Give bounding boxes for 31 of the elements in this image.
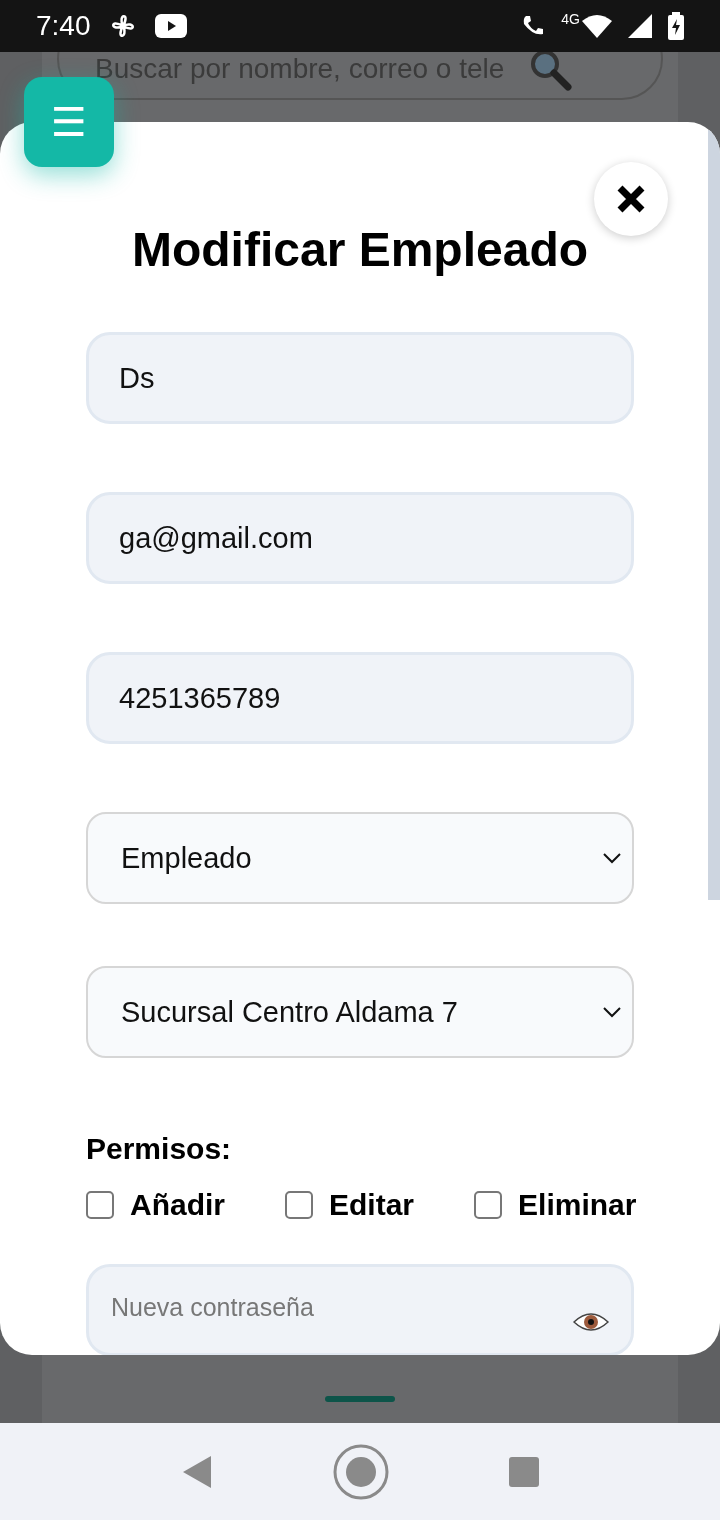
back-icon[interactable] — [181, 1454, 213, 1489]
home-icon[interactable] — [333, 1443, 389, 1500]
dropdown[interactable]: Empleado — [86, 812, 634, 904]
input-field[interactable]: 4251365789 — [86, 652, 634, 744]
checkbox-label[interactable]: Eliminar — [518, 1188, 637, 1222]
input-field[interactable]: ga@gmail.com — [86, 492, 634, 584]
wifi-icon — [582, 14, 612, 38]
close-button[interactable] — [594, 162, 668, 236]
checkbox-label[interactable]: Editar — [329, 1188, 415, 1222]
modal-title: Modificar Empleado — [131, 222, 589, 277]
checkbox[interactable] — [86, 1191, 114, 1219]
eye-icon[interactable] — [573, 1310, 609, 1334]
section-label: Permisos: — [86, 1132, 233, 1166]
clock: 7:40 — [36, 10, 91, 42]
battery-icon — [668, 12, 684, 40]
network-type: 4G — [561, 11, 580, 27]
close-icon — [616, 184, 646, 214]
input-field[interactable]: Ds — [86, 332, 634, 424]
recents-icon[interactable] — [509, 1456, 539, 1487]
play-icon — [154, 14, 187, 38]
search-icon — [528, 52, 573, 91]
scroll-thumb[interactable] — [708, 130, 720, 900]
checkbox[interactable] — [474, 1191, 503, 1219]
password-field[interactable]: Nueva contraseña — [86, 1264, 634, 1355]
checkbox[interactable] — [285, 1191, 313, 1219]
dropdown[interactable]: Sucursal Centro Aldama 7 — [86, 966, 634, 1058]
checkbox-label[interactable]: Añadir — [130, 1188, 225, 1222]
tab-indicator — [325, 1396, 395, 1402]
signal-icon — [628, 14, 652, 38]
chevron-down-icon — [602, 852, 622, 864]
chevron-down-icon — [602, 1006, 622, 1018]
